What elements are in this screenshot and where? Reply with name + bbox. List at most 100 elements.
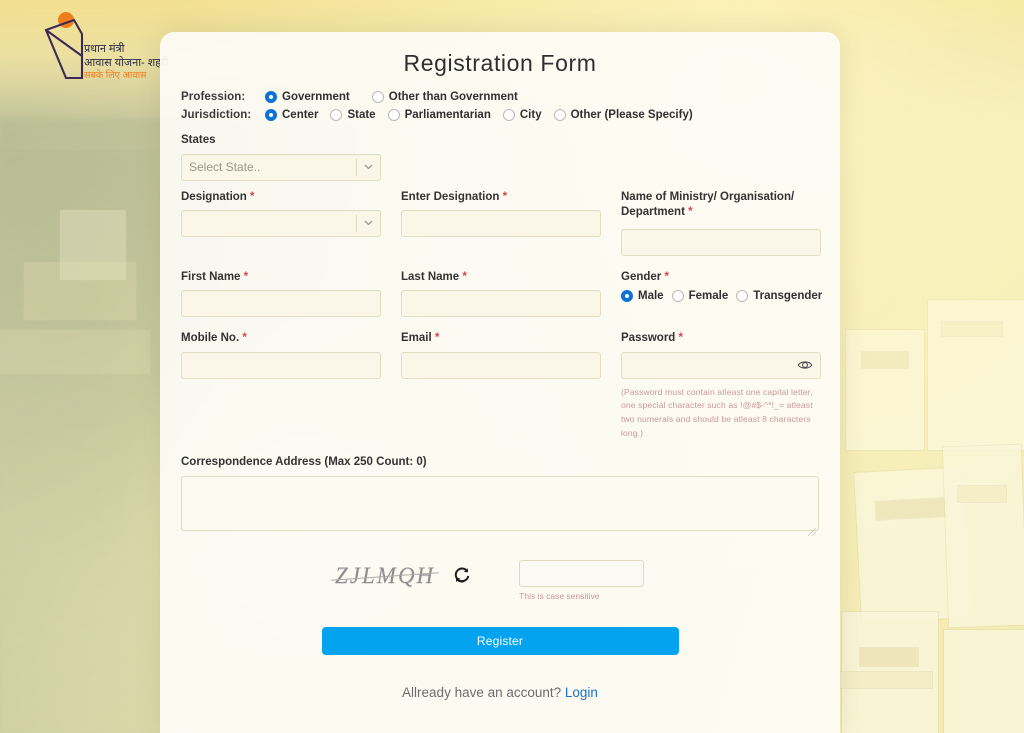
designation-select[interactable] — [181, 210, 381, 238]
states-select[interactable]: Select State.. — [181, 153, 381, 181]
password-label-text: Password — [621, 332, 676, 345]
ministry-field: Name of Ministry/ Organisation/ Departme… — [621, 190, 821, 256]
enter-designation-input[interactable] — [401, 210, 601, 238]
required-marker: * — [664, 270, 669, 283]
radio-dot-icon — [621, 290, 633, 303]
login-link[interactable]: Login — [565, 685, 598, 700]
password-hint: (Password must contain atleast one capit… — [621, 386, 813, 439]
radio-dot-icon — [265, 91, 277, 103]
refresh-icon[interactable] — [453, 566, 471, 584]
address-textarea[interactable] — [181, 475, 819, 531]
email-field: Email * — [401, 331, 601, 441]
radio-dot-icon — [671, 290, 684, 303]
jurisdiction-option-state[interactable]: State — [330, 109, 376, 121]
registration-form-card: Registration Form Profession: Government… — [160, 32, 840, 733]
jurisdiction-row: Jurisdiction: Center State Parliamentari… — [181, 109, 819, 121]
states-field: States Select State.. — [181, 133, 819, 181]
radio-label: Other (Please Specify) — [570, 109, 693, 121]
contact-row: Mobile No. * Email * Password * (Passwor… — [181, 331, 821, 441]
last-name-input[interactable] — [401, 290, 601, 318]
email-input[interactable] — [401, 351, 601, 379]
select-divider — [356, 158, 357, 176]
gender-option-female[interactable]: Female — [671, 290, 729, 303]
enter-designation-field: Enter Designation * — [401, 190, 601, 256]
designation-label-text: Designation — [181, 190, 247, 203]
radio-dot-icon — [502, 109, 515, 121]
select-divider — [356, 215, 357, 233]
logo-line3: सबके लिए आवास — [84, 69, 147, 81]
page-title: Registration Form — [403, 50, 597, 76]
jurisdiction-option-parliamentarian[interactable]: Parliamentarian — [387, 109, 491, 121]
login-prompt: Allready have an account? Login — [181, 685, 819, 700]
first-name-label: First Name * — [181, 270, 381, 286]
radio-label: Government — [282, 91, 350, 103]
radio-label: Female — [688, 290, 729, 303]
designation-select-wrap[interactable] — [181, 210, 381, 238]
gender-option-male[interactable]: Male — [621, 290, 664, 303]
eye-icon[interactable] — [796, 356, 814, 374]
register-button[interactable]: Register — [321, 626, 679, 655]
enter-designation-label-text: Enter Designation — [401, 190, 500, 203]
address-field: Correspondence Address (Max 250 Count: 0… — [181, 455, 819, 537]
profession-row: Profession: Government Other than Govern… — [181, 91, 819, 103]
captcha-note: This is case sensitive — [519, 590, 600, 601]
ministry-label: Name of Ministry/ Organisation/ Departme… — [621, 190, 821, 224]
profession-label: Profession: — [181, 91, 246, 103]
required-marker: * — [242, 332, 247, 345]
required-marker: * — [434, 332, 440, 345]
captcha-row: ZJLMQH This is case sensitive — [181, 559, 819, 601]
gender-option-transgender[interactable]: Transgender — [736, 290, 822, 303]
radio-label: Other than Government — [388, 91, 518, 103]
radio-dot-icon — [387, 109, 400, 121]
logo-line1: प्रधान मंत्री — [84, 42, 125, 55]
gender-label: Gender * — [621, 270, 821, 286]
radio-label: State — [347, 109, 376, 121]
captcha-image: ZJLMQH — [331, 560, 439, 592]
captcha-input[interactable] — [519, 559, 645, 587]
logo-line2: आवास योजना- शहरी — [84, 56, 169, 69]
first-name-field: First Name * — [181, 270, 381, 318]
pmay-logo[interactable]: प्रधान मंत्री आवास योजना- शहरी सबके लिए … — [22, 6, 172, 88]
pmay-logo-mark: प्रधान मंत्री आवास योजना- शहरी सबके लिए … — [44, 12, 169, 81]
jurisdiction-label: Jurisdiction: — [181, 109, 252, 121]
gender-radio-group[interactable]: Male Female Transgender — [621, 290, 822, 303]
profession-option-government[interactable]: Government — [265, 91, 350, 103]
first-name-input[interactable] — [181, 290, 381, 318]
jurisdiction-option-city[interactable]: City — [502, 109, 542, 121]
mobile-label-text: Mobile No. — [181, 332, 240, 345]
jurisdiction-option-other[interactable]: Other (Please Specify) — [553, 109, 693, 121]
last-name-label-text: Last Name — [401, 270, 460, 283]
password-label: Password * — [621, 331, 821, 347]
required-marker: * — [502, 190, 508, 203]
designation-field: Designation * — [181, 190, 381, 256]
name-gender-row: First Name * Last Name * Gender * Male F… — [181, 270, 822, 318]
first-name-label-text: First Name — [181, 270, 241, 283]
address-label: Correspondence Address (Max 250 Count: 0… — [181, 456, 427, 469]
radio-dot-icon — [736, 290, 749, 303]
required-marker: * — [250, 190, 255, 203]
required-marker: * — [678, 332, 684, 345]
states-label: States — [181, 134, 216, 146]
profession-option-other[interactable]: Other than Government — [371, 91, 518, 103]
jurisdiction-option-center[interactable]: Center — [265, 109, 318, 121]
required-marker: * — [243, 270, 249, 283]
mobile-label: Mobile No. * — [181, 331, 381, 347]
radio-label: Male — [638, 290, 664, 303]
gender-field: Gender * Male Female Transgender — [621, 270, 822, 318]
profession-radio-group[interactable]: Government Other than Government — [265, 91, 530, 103]
radio-dot-icon — [330, 109, 343, 121]
address-textarea-wrap — [181, 475, 819, 537]
password-field: Password * (Password must contain atleas… — [621, 331, 821, 441]
radio-label: City — [519, 109, 542, 121]
password-input-wrap — [621, 351, 821, 379]
designation-label: Designation * — [181, 190, 381, 206]
mobile-input[interactable] — [181, 351, 381, 379]
ministry-input[interactable] — [621, 228, 821, 256]
email-label-text: Email — [401, 332, 432, 345]
designation-row: Designation * Enter Designation * Name o… — [181, 190, 821, 256]
radio-label: Center — [282, 109, 319, 121]
password-input[interactable] — [621, 351, 821, 379]
states-select-wrap[interactable]: Select State.. — [181, 153, 381, 181]
jurisdiction-radio-group[interactable]: Center State Parliamentarian City Other … — [265, 109, 705, 121]
radio-dot-icon — [265, 109, 277, 121]
